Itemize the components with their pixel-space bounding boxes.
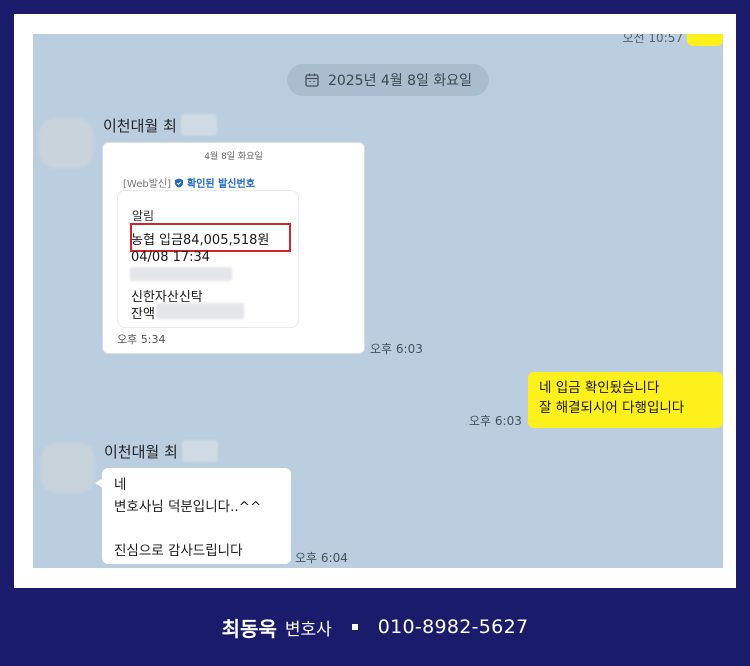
my-message-bubble-partial[interactable] (687, 34, 723, 46)
avatar[interactable] (41, 443, 95, 493)
avatar[interactable] (39, 118, 93, 168)
sender-name-text: 이천대월 최 (104, 442, 178, 461)
message-time: 오전 10:57 (622, 34, 683, 45)
deposit-datetime: 04/08 17:34 (131, 250, 211, 265)
calendar-icon (305, 73, 319, 87)
message-time: 오후 6:03 (469, 414, 522, 428)
message-line: 진심으로 감사드립니다 (114, 543, 243, 559)
message-line: 네 입금 확인됬습니다 (539, 380, 660, 396)
message-line: 잘 해결되시어 다행입니다 (539, 400, 685, 416)
my-message-bubble[interactable]: 네 입금 확인됬습니다 잘 해결되시어 다행입니다 (528, 372, 723, 428)
verified-label: 확인된 발신번호 (187, 179, 255, 190)
redacted-balance (156, 303, 244, 319)
sender-name: 이천대월 최 (104, 440, 218, 462)
message-line: 네 (114, 477, 127, 493)
alert-title: 알림 (132, 209, 155, 223)
sender-name-text: 이천대월 최 (103, 116, 177, 135)
redacted-bar (130, 267, 232, 281)
sender-name-blur (181, 440, 218, 462)
lawyer-contact-footer: 최동욱 변호사 010-8982-5627 (0, 588, 750, 666)
alert-content-box: 알림 농협 입금84,005,518원 04/08 17:34 신한자산신탁 잔… (117, 190, 299, 328)
message-time: 오후 6:03 (370, 342, 423, 356)
chat-area[interactable]: 오전 10:57 2025년 4월 8일 화요일 이천대월 최 4월 8일 화요… (33, 34, 723, 568)
date-divider: 2025년 4월 8일 화요일 (287, 64, 489, 96)
separator-square (351, 624, 358, 630)
received-message-bubble[interactable]: 네 변호사님 덕분입니다..^^ 진심으로 감사드립니다 (95, 468, 291, 564)
message-line: 변호사님 덕분입니다..^^ (114, 499, 262, 515)
card-date: 4월 8일 화요일 (204, 152, 263, 162)
card-sent-time: 오후 5:34 (117, 333, 166, 346)
verified-shield-icon (175, 178, 184, 187)
card-sender-info: [Web발신] 확인된 발신번호 (123, 175, 255, 190)
lawyer-title: 변호사 (284, 619, 332, 640)
balance-label: 잔액 (131, 307, 155, 322)
sender-name-blur (180, 114, 217, 136)
deposit-amount: 농협 입금84,005,518원 (131, 233, 270, 248)
lawyer-name: 최동욱 (221, 616, 277, 641)
message-time: 오후 6:04 (295, 551, 348, 565)
date-label: 2025년 4월 8일 화요일 (327, 73, 473, 89)
message-line (114, 518, 291, 540)
bank-alert-message[interactable]: 4월 8일 화요일 [Web발신] 확인된 발신번호 알림 농협 입금84,00… (102, 142, 365, 354)
web-sender-label: [Web발신] (123, 179, 172, 190)
phone-number[interactable]: 010-8982-5627 (378, 616, 529, 638)
sender-name: 이천대월 최 (103, 114, 217, 136)
